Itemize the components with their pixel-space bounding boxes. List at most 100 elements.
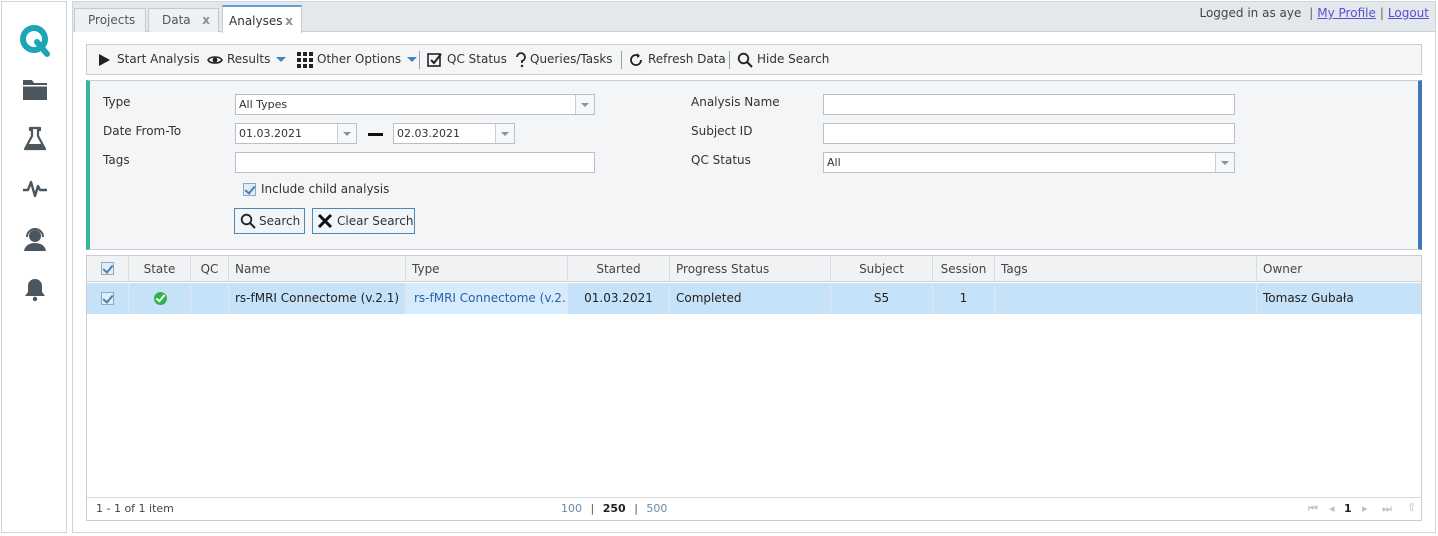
row-checkbox[interactable] [101, 292, 114, 305]
column-header-progress-status[interactable]: Progress Status [670, 256, 831, 282]
qc-status-label: QC Status [447, 52, 507, 66]
calendar-dropdown-icon[interactable] [495, 124, 514, 143]
calendar-dropdown-icon[interactable] [337, 124, 356, 143]
results-dropdown[interactable]: Results [207, 45, 287, 74]
grid-icon [297, 52, 313, 68]
tab-label: Projects [88, 13, 136, 27]
column-header-subject[interactable]: Subject [831, 256, 933, 282]
close-icon [317, 213, 333, 229]
include-child-checkbox[interactable] [243, 183, 256, 196]
type-label: Type [103, 95, 131, 109]
subject-id-input[interactable] [823, 123, 1235, 144]
page-size-100[interactable]: 100 [561, 502, 582, 515]
grid-footer: 1 - 1 of 1 item 100 | 250 | 500 ⏮ ◂ 1 ▸ … [87, 497, 1421, 520]
analyses-grid: State QC Name Type Started Progress Stat… [86, 255, 1422, 521]
column-header-qc[interactable]: QC [191, 256, 229, 282]
date-to-input[interactable]: 02.03.2021 [393, 123, 515, 144]
close-icon[interactable]: x [285, 7, 293, 35]
close-icon[interactable]: x [202, 9, 210, 31]
scroll-to-top-icon[interactable]: ⇧ [1407, 501, 1416, 514]
date-from-value: 01.03.2021 [239, 127, 302, 140]
date-from-input[interactable]: 01.03.2021 [235, 123, 357, 144]
row-state-cell [129, 283, 191, 314]
queries-tasks-button[interactable]: Queries/Tasks [513, 45, 613, 74]
question-icon [516, 52, 526, 68]
select-all-checkbox[interactable] [101, 262, 114, 275]
last-page-icon[interactable]: ⏭ [1382, 502, 1392, 516]
include-child-label: Include child analysis [261, 182, 390, 196]
page-size-selector: 100 | 250 | 500 [561, 502, 667, 515]
search-button[interactable]: Search [234, 208, 305, 234]
column-header-name[interactable]: Name [229, 256, 406, 282]
chevron-down-icon [407, 57, 418, 62]
q-logo-icon[interactable] [17, 22, 53, 58]
column-header-tags[interactable]: Tags [995, 256, 1257, 282]
qc-status-select[interactable]: All [823, 152, 1235, 173]
column-header-state[interactable]: State [129, 256, 191, 282]
grid-header: State QC Name Type Started Progress Stat… [87, 256, 1421, 282]
row-name-cell: rs-fMRI Connectome (v.2.1) [229, 283, 406, 314]
play-icon [99, 54, 110, 66]
qc-status-filter-label: QC Status [691, 153, 751, 167]
refresh-data-button[interactable]: Refresh Data [628, 45, 726, 74]
results-label: Results [227, 45, 287, 74]
tab-data[interactable]: Data x [148, 8, 219, 32]
date-from-to-label: Date From-To [103, 124, 182, 138]
toolbar-divider [729, 51, 730, 69]
toolbar-divider [621, 51, 622, 69]
start-analysis-button[interactable]: Start Analysis [97, 45, 207, 74]
chevron-down-icon[interactable] [575, 95, 594, 114]
chevron-down-icon [276, 57, 287, 62]
current-page[interactable]: 1 [1344, 502, 1352, 515]
date-to-value: 02.03.2021 [397, 127, 460, 140]
column-header-started[interactable]: Started [568, 256, 670, 282]
refresh-data-label: Refresh Data [648, 52, 726, 66]
search-panel: Type All Types Date From-To 01.03.2021 0… [86, 80, 1422, 250]
type-select[interactable]: All Types [235, 94, 595, 115]
search-icon [737, 52, 753, 68]
other-options-dropdown[interactable]: Other Options [297, 45, 418, 74]
pulse-icon[interactable] [22, 176, 48, 202]
tags-input[interactable] [235, 152, 595, 173]
qc-status-select-value: All [827, 156, 841, 169]
refresh-icon [630, 53, 642, 66]
column-header-owner[interactable]: Owner [1257, 256, 1421, 282]
subject-id-label: Subject ID [691, 124, 753, 138]
page-size-250[interactable]: 250 [603, 502, 626, 515]
analysis-name-input[interactable] [823, 94, 1235, 115]
flask-icon[interactable] [22, 126, 48, 152]
first-page-icon[interactable]: ⏮ [1308, 502, 1318, 516]
success-status-icon [154, 292, 167, 305]
hide-search-button[interactable]: Hide Search [737, 45, 829, 74]
clear-search-label: Clear Search [337, 214, 414, 228]
main-panel: Projects Data x Analyses x Logged in as … [72, 1, 1436, 533]
chevron-down-icon[interactable] [1215, 153, 1234, 172]
logout-link[interactable]: Logout [1388, 6, 1429, 20]
row-select-cell [87, 283, 129, 314]
table-row[interactable]: rs-fMRI Connectome (v.2.1) rs-fMRI Conne… [87, 283, 1421, 314]
clear-search-button[interactable]: Clear Search [312, 208, 415, 234]
tab-analyses[interactable]: Analyses x [222, 5, 302, 33]
support-agent-icon[interactable] [22, 226, 48, 252]
qc-status-button[interactable]: QC Status [427, 45, 507, 74]
separator: | [1309, 6, 1314, 20]
row-type-link[interactable]: rs-fMRI Connectome (v.2.... [406, 283, 568, 314]
column-header-session[interactable]: Session [933, 256, 995, 282]
next-page-icon[interactable]: ▸ [1362, 502, 1368, 515]
row-progress-status-cell: Completed [670, 283, 831, 314]
my-profile-link[interactable]: My Profile [1317, 6, 1376, 20]
page-size-500[interactable]: 500 [646, 502, 667, 515]
bell-icon[interactable] [22, 276, 48, 302]
date-range-dash [368, 133, 383, 136]
tab-projects[interactable]: Projects [74, 8, 146, 32]
start-analysis-label: Start Analysis [117, 52, 200, 66]
column-header-type[interactable]: Type [406, 256, 568, 282]
separator: | [634, 502, 638, 515]
action-toolbar: Start Analysis Results Other Options QC … [86, 44, 1422, 75]
folder-icon[interactable] [22, 76, 48, 102]
checkbox-icon [427, 53, 442, 67]
other-options-label: Other Options [317, 45, 418, 74]
tab-label: Data [162, 13, 191, 27]
toolbar-divider [419, 51, 420, 69]
previous-page-icon[interactable]: ◂ [1329, 502, 1335, 515]
